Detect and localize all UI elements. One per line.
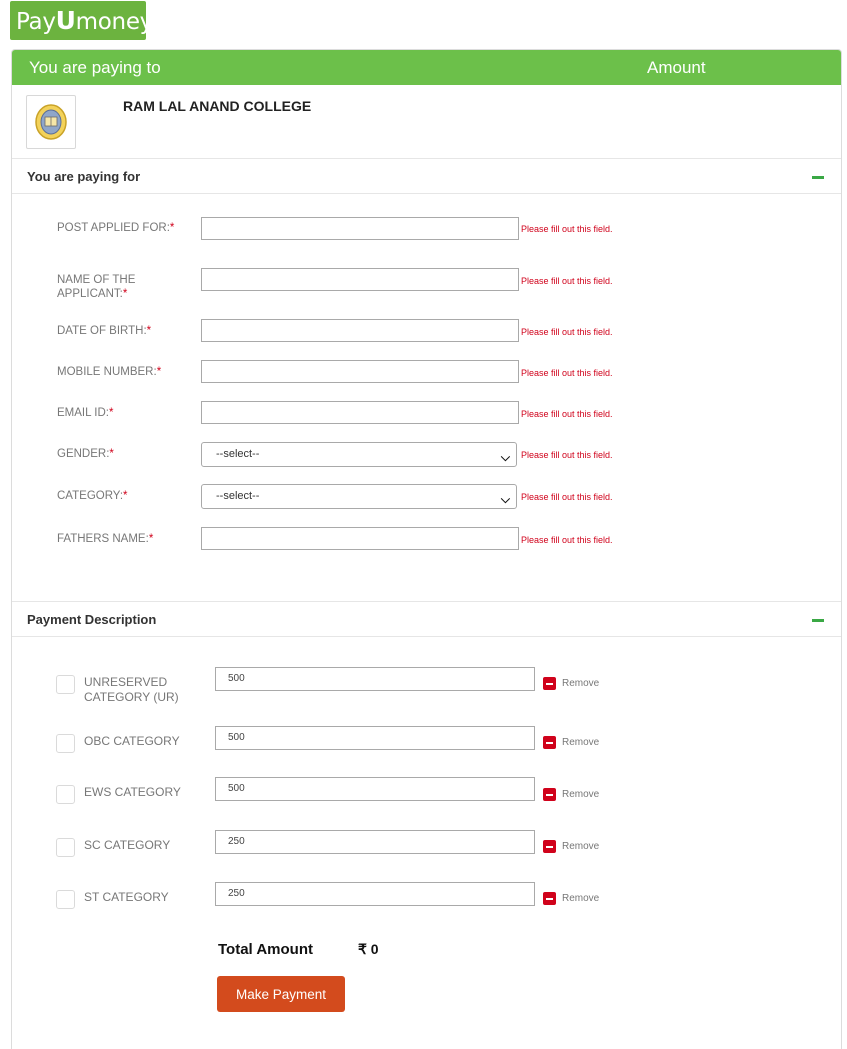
chevron-down-icon: ⌵ — [500, 450, 510, 464]
item-checkbox-obc[interactable] — [56, 734, 75, 753]
applicant-name-error: Please fill out this field. — [521, 276, 613, 286]
chevron-down-icon: ⌵ — [500, 492, 510, 506]
remove-link-st[interactable]: Remove — [562, 893, 599, 904]
category-select-value: --select-- — [216, 490, 260, 502]
fathers-name-error: Please fill out this field. — [521, 535, 613, 545]
logo-text-money: money — [75, 9, 154, 35]
payment-description-title: Payment Description — [27, 612, 157, 627]
mobile-label: MOBILE NUMBER:* — [57, 366, 162, 378]
paying-to-label: You are paying to — [29, 58, 161, 77]
payment-description-section-header[interactable]: Payment Description — [12, 601, 841, 637]
item-amount-ur[interactable]: 500 — [215, 667, 535, 691]
fathers-name-label: FATHERS NAME:* — [57, 533, 154, 545]
payment-card: You are paying to Amount RAM LAL ANAND C… — [11, 49, 842, 1049]
merchant-info: RAM LAL ANAND COLLEGE — [12, 85, 841, 159]
logo-text-u: U — [55, 6, 76, 35]
payumoney-logo: PayUmoney — [10, 1, 153, 40]
collapse-icon[interactable] — [812, 176, 824, 179]
merchant-name: RAM LAL ANAND COLLEGE — [123, 98, 312, 114]
amount-label: Amount — [647, 58, 706, 77]
dob-error: Please fill out this field. — [521, 327, 613, 337]
email-label: EMAIL ID:* — [57, 407, 114, 419]
category-select[interactable]: --select-- ⌵ — [201, 484, 517, 509]
remove-icon[interactable] — [543, 840, 556, 853]
gender-select-value: --select-- — [216, 448, 260, 460]
collapse-icon[interactable] — [812, 619, 824, 622]
total-amount-label: Total Amount — [218, 941, 313, 958]
remove-link-sc[interactable]: Remove — [562, 841, 599, 852]
item-checkbox-ews[interactable] — [56, 785, 75, 804]
dob-label: DATE OF BIRTH:* — [57, 325, 152, 337]
item-checkbox-ur[interactable] — [56, 675, 75, 694]
gender-error: Please fill out this field. — [521, 450, 613, 460]
mobile-input[interactable] — [201, 360, 519, 383]
gender-label: GENDER:* — [57, 448, 114, 460]
item-amount-obc[interactable]: 500 — [215, 726, 535, 750]
email-error: Please fill out this field. — [521, 409, 613, 419]
applicant-name-input[interactable] — [201, 268, 519, 291]
category-error: Please fill out this field. — [521, 492, 613, 502]
remove-icon[interactable] — [543, 736, 556, 749]
item-label-obc: OBC CATEGORY — [84, 734, 180, 748]
applicant-name-label: NAME OF THE APPLICANT:* — [57, 274, 136, 300]
item-checkbox-st[interactable] — [56, 890, 75, 909]
logo-text-pay: Pay — [16, 9, 56, 35]
post-applied-input[interactable] — [201, 217, 519, 240]
item-label-ur: UNRESERVED CATEGORY (UR) — [84, 675, 179, 704]
item-amount-st[interactable]: 250 — [215, 882, 535, 906]
email-input[interactable] — [201, 401, 519, 424]
paying-for-section-header[interactable]: You are paying for — [12, 159, 841, 194]
dob-input[interactable] — [201, 319, 519, 342]
item-label-sc: SC CATEGORY — [84, 838, 171, 852]
card-header: You are paying to Amount — [12, 50, 841, 85]
remove-link-ur[interactable]: Remove — [562, 678, 599, 689]
post-applied-error: Please fill out this field. — [521, 224, 613, 234]
item-amount-ews[interactable]: 500 — [215, 777, 535, 801]
item-label-st: ST CATEGORY — [84, 890, 169, 904]
paying-for-title: You are paying for — [27, 169, 141, 184]
mobile-error: Please fill out this field. — [521, 368, 613, 378]
remove-link-ews[interactable]: Remove — [562, 789, 599, 800]
gender-select[interactable]: --select-- ⌵ — [201, 442, 517, 467]
remove-icon[interactable] — [543, 677, 556, 690]
make-payment-button[interactable]: Make Payment — [217, 976, 345, 1012]
remove-icon[interactable] — [543, 892, 556, 905]
total-amount-value: ₹ 0 — [358, 941, 379, 957]
remove-link-obc[interactable]: Remove — [562, 737, 599, 748]
category-label: CATEGORY:* — [57, 490, 128, 502]
item-checkbox-sc[interactable] — [56, 838, 75, 857]
item-label-ews: EWS CATEGORY — [84, 785, 181, 799]
remove-icon[interactable] — [543, 788, 556, 801]
college-emblem-icon — [26, 95, 76, 149]
item-amount-sc[interactable]: 250 — [215, 830, 535, 854]
post-applied-label: POST APPLIED FOR:* — [57, 222, 175, 234]
fathers-name-input[interactable] — [201, 527, 519, 550]
